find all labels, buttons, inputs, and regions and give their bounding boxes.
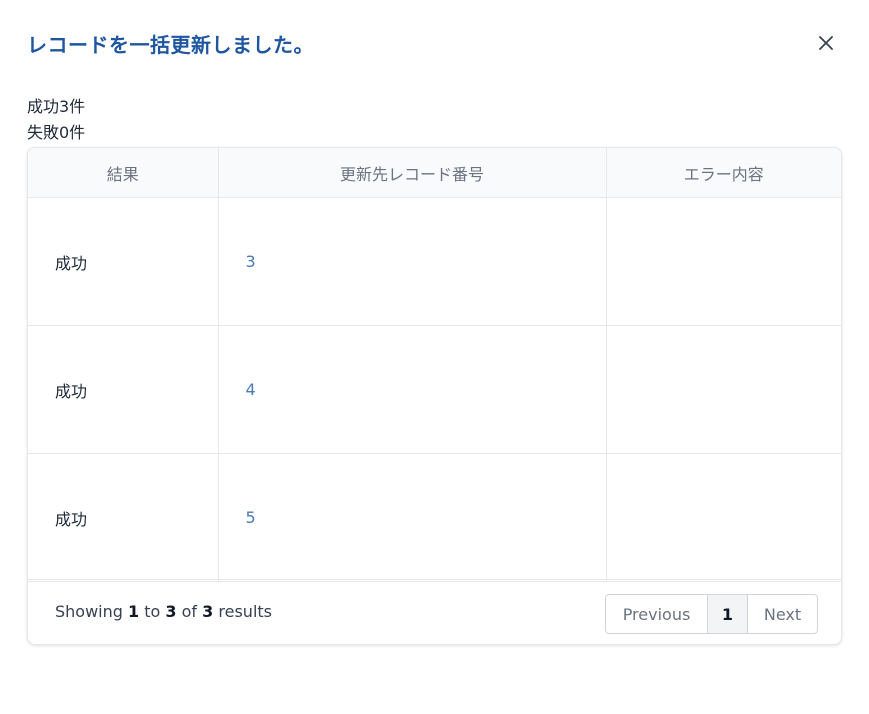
close-icon xyxy=(819,36,833,50)
summary: 成功3件 失敗0件 xyxy=(27,94,85,146)
result-cell: 成功 xyxy=(28,325,219,454)
error-cell xyxy=(606,197,841,326)
result-cell: 成功 xyxy=(28,197,219,326)
success-count: 成功3件 xyxy=(27,97,86,116)
column-header-result: 結果 xyxy=(28,148,219,198)
table-row: 成功 4 xyxy=(28,325,841,454)
dialog-title: レコードを一括更新しました。 xyxy=(27,33,314,57)
results-table-card: 結果 更新先レコード番号 エラー内容 成功 3 成功 4 成功 5 Showin… xyxy=(27,147,842,645)
results-summary: Showing 1 to 3 of 3 results xyxy=(55,602,272,621)
table-header-row: 結果 更新先レコード番号 エラー内容 xyxy=(28,148,841,198)
result-cell: 成功 xyxy=(28,453,219,582)
pagination: Previous 1 Next xyxy=(605,594,818,634)
error-cell xyxy=(606,453,841,582)
column-header-record-number: 更新先レコード番号 xyxy=(218,148,607,198)
table-row: 成功 5 xyxy=(28,453,841,582)
previous-page-button[interactable]: Previous xyxy=(606,595,708,633)
error-cell xyxy=(606,325,841,454)
column-header-error: エラー内容 xyxy=(606,148,841,198)
failure-count: 失敗0件 xyxy=(27,123,86,142)
record-number-link[interactable]: 5 xyxy=(218,453,607,582)
results-table: 結果 更新先レコード番号 エラー内容 成功 3 成功 4 成功 5 xyxy=(28,148,841,582)
page-1-button[interactable]: 1 xyxy=(708,595,748,633)
table-row: 成功 3 xyxy=(28,197,841,326)
table-footer: Showing 1 to 3 of 3 results Previous 1 N… xyxy=(28,579,841,644)
record-number-link[interactable]: 4 xyxy=(218,325,607,454)
close-button[interactable] xyxy=(814,31,838,55)
next-page-button[interactable]: Next xyxy=(748,595,817,633)
record-number-link[interactable]: 3 xyxy=(218,197,607,326)
